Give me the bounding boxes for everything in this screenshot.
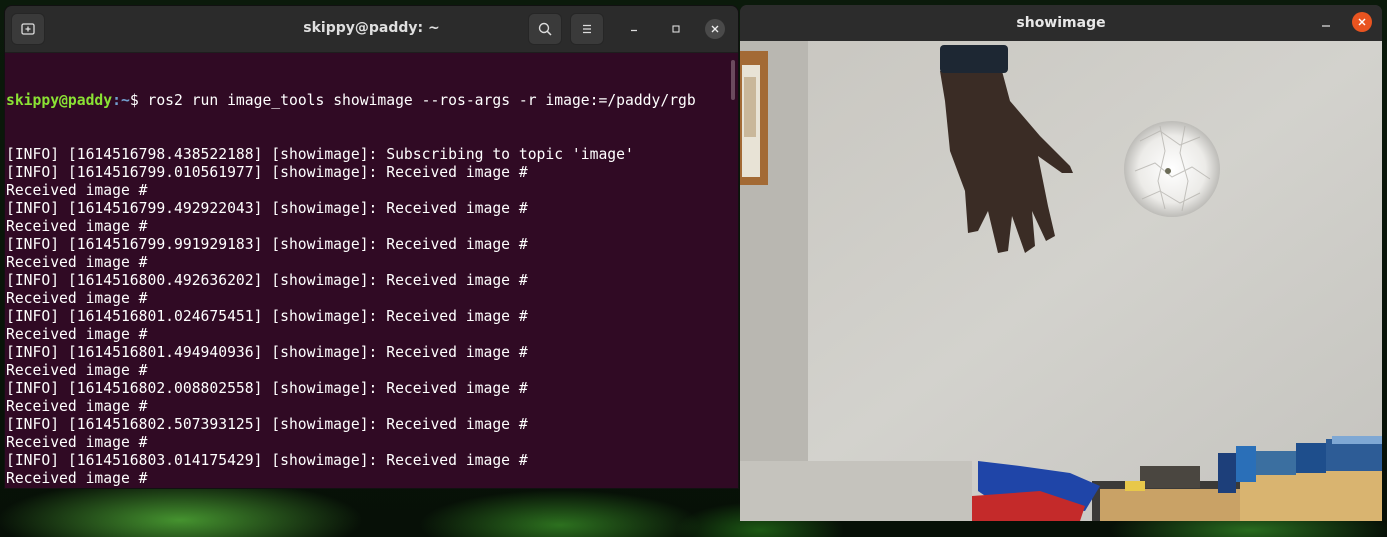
terminal-scrollbar[interactable] (731, 60, 735, 100)
wristwatch (940, 45, 1008, 73)
log-line: Received image # (6, 434, 148, 451)
showimage-close-button[interactable] (1352, 12, 1372, 32)
log-lines: [INFO] [1614516798.438522188] [showimage… (6, 146, 737, 488)
minimize-icon (631, 29, 637, 32)
log-line: Received image # (6, 398, 148, 415)
minimize-icon (1322, 25, 1330, 27)
log-line: Received image # (6, 254, 148, 271)
log-line: [INFO] [1614516801.024675451] [showimage… (6, 308, 528, 325)
hamburger-menu-icon (583, 24, 591, 34)
minimize-button[interactable] (624, 19, 644, 39)
log-line: Received image # (6, 290, 148, 307)
terminal-output[interactable]: skippy@paddy:~$ ros2 run image_tools sho… (5, 53, 738, 488)
search-icon (538, 22, 552, 36)
prompt-symbol: $ (129, 92, 148, 109)
camera-image-drawing (740, 41, 1382, 521)
log-line: [INFO] [1614516800.492636202] [showimage… (6, 272, 528, 289)
close-icon (711, 25, 719, 33)
showimage-title: showimage (1016, 15, 1106, 31)
command-line: skippy@paddy:~$ ros2 run image_tools sho… (6, 92, 737, 110)
close-button[interactable] (705, 19, 725, 39)
maximize-button[interactable] (666, 19, 686, 39)
wall (740, 41, 1382, 521)
camera-image (740, 41, 1382, 521)
log-line: Received image # (6, 182, 148, 199)
paper-lamp (1124, 121, 1220, 217)
showimage-window[interactable]: showimage (740, 5, 1382, 521)
maximize-icon (672, 25, 680, 33)
prompt-user: skippy@paddy (6, 92, 113, 109)
menu-button[interactable] (570, 13, 604, 45)
command-text: ros2 run image_tools showimage --ros-arg… (147, 92, 696, 109)
prompt-path: :~ (112, 92, 130, 109)
log-line: [INFO] [1614516799.991929183] [showimage… (6, 236, 528, 253)
log-line: [INFO] [1614516802.507393125] [showimage… (6, 416, 528, 433)
log-line: [INFO] [1614516803.014175429] [showimage… (6, 452, 528, 469)
showimage-minimize-button[interactable] (1318, 15, 1334, 31)
log-line: [INFO] [1614516802.008802558] [showimage… (6, 380, 528, 397)
search-button[interactable] (528, 13, 562, 45)
log-line: Received image # (6, 470, 148, 487)
showimage-titlebar[interactable]: showimage (740, 5, 1382, 41)
log-line: [INFO] [1614516799.010561977] [showimage… (6, 164, 528, 181)
log-line: Received image # (6, 326, 148, 343)
close-icon (1358, 18, 1366, 26)
log-line: [INFO] [1614516799.492922043] [showimage… (6, 200, 528, 217)
terminal-titlebar[interactable]: skippy@paddy: ~ (5, 6, 738, 53)
log-line: Received image # (6, 218, 148, 235)
log-line: [INFO] [1614516801.494940936] [showimage… (6, 344, 528, 361)
log-line: [INFO] [1614516798.438522188] [showimage… (6, 146, 634, 163)
terminal-window[interactable]: skippy@paddy: ~ skippy@paddy:~$ ros2 run… (5, 6, 738, 488)
log-line: Received image # (6, 362, 148, 379)
